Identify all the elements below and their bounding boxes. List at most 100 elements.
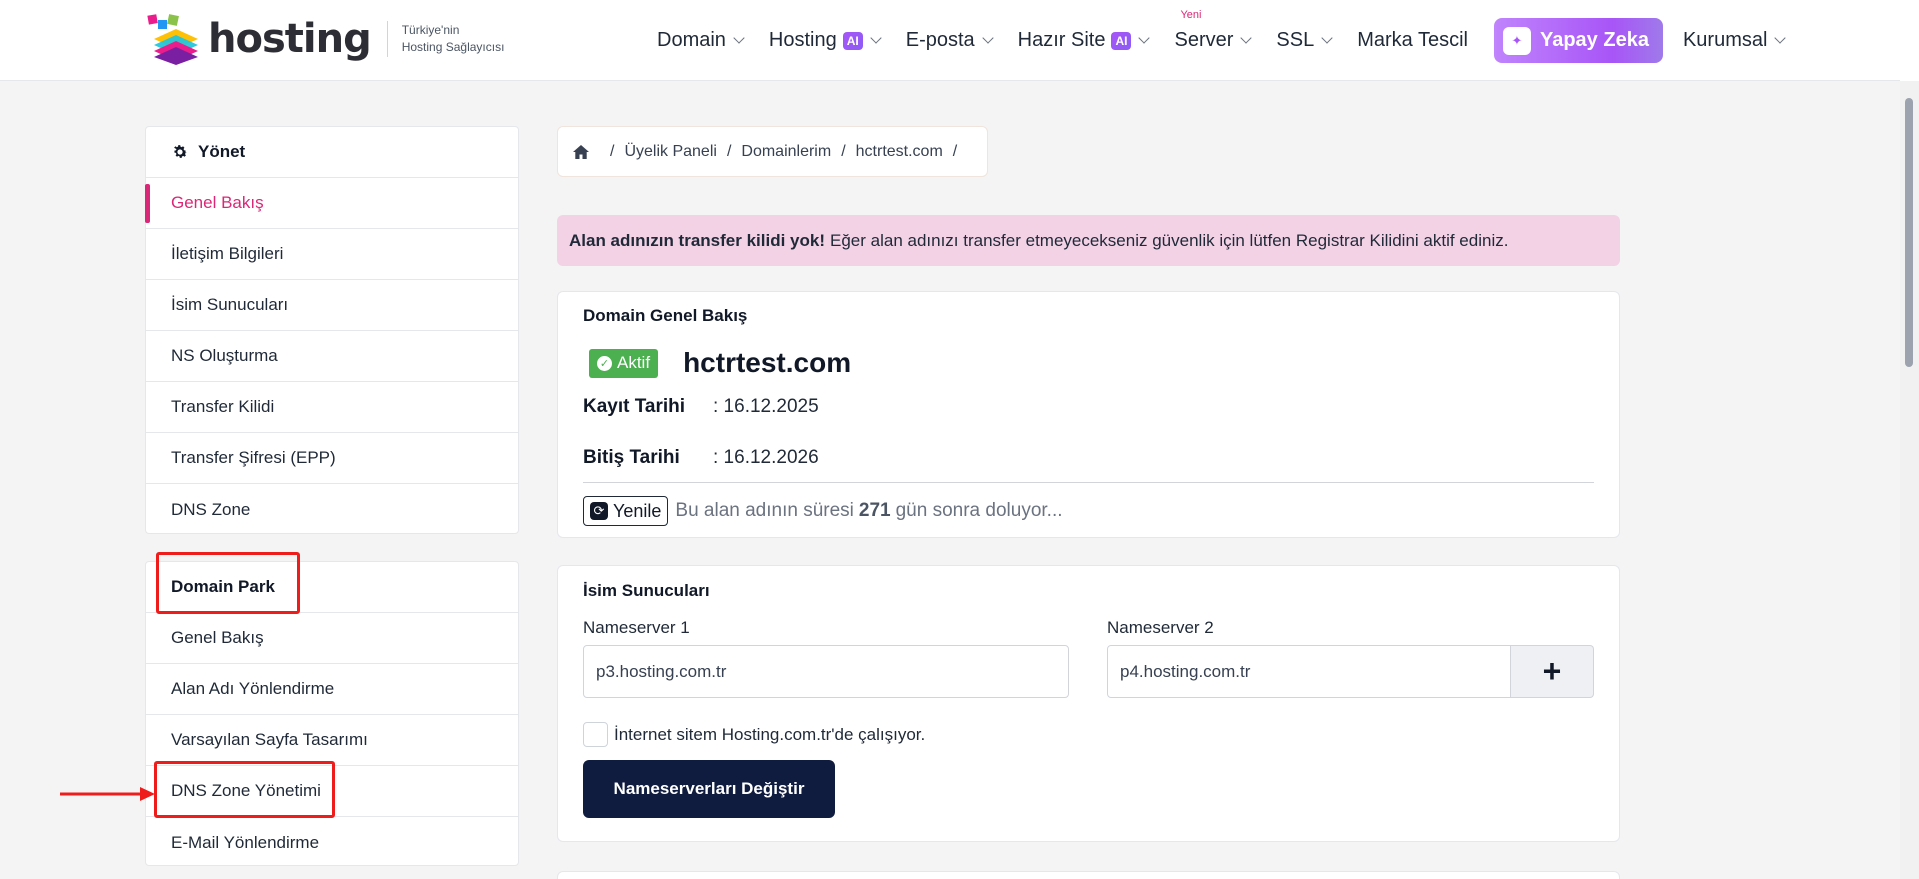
- sidebar-item-label: E-Mail Yönlendirme: [171, 832, 320, 852]
- nav-eposta[interactable]: E-posta: [906, 29, 994, 52]
- sidebar-item-label: Genel Bakış: [171, 193, 264, 212]
- nav-server[interactable]: Yeni Server: [1174, 9, 1253, 52]
- ai-sparkle-icon: ✦: [1502, 26, 1531, 55]
- chevron-down-icon: [1321, 32, 1333, 44]
- yapay-zeka-button[interactable]: ✦ Yapay Zeka: [1493, 18, 1663, 63]
- sidebar-item-transfer-kilidi[interactable]: Transfer Kilidi: [146, 382, 518, 433]
- renew-text-post: gün sonra doluyor...: [895, 500, 1063, 521]
- sidebar-item-label: DNS Zone: [171, 499, 251, 519]
- breadcrumb-link[interactable]: Domainlerim: [741, 143, 831, 161]
- ns1-value: p3.hosting.com.tr: [596, 661, 727, 681]
- refresh-icon: ⟳: [590, 502, 608, 520]
- logo-icon: [147, 14, 198, 65]
- sidebar-item-alan-adi-yonlendirme[interactable]: Alan Adı Yönlendirme: [146, 664, 518, 715]
- sidebar-item-label: İsim Sunucuları: [171, 295, 289, 314]
- status-label: Aktif: [617, 353, 651, 372]
- sidebar-item-label: Genel Bakış: [171, 628, 264, 647]
- expiry-date-row: Bitiş Tarihi : 16.12.2026: [583, 447, 819, 469]
- status-badge: ✓ Aktif: [589, 348, 659, 378]
- nav-hazir-site-label: Hazır Site: [1017, 29, 1106, 51]
- chevron-down-icon: [733, 32, 745, 44]
- nav-kurumsal[interactable]: Kurumsal: [1682, 29, 1787, 52]
- chevron-down-icon: [870, 32, 882, 44]
- logo[interactable]: hosting Türkiye'nin Hosting Sağlayıcısı: [146, 12, 504, 66]
- sidebar-item-label: NS Oluşturma: [171, 346, 278, 365]
- manage-panel-header: Yönet: [146, 127, 518, 178]
- domain-name: hctrtest.com: [683, 347, 852, 378]
- sidebar-item-label: Transfer Şifresi (EPP): [171, 448, 336, 467]
- sidebar-item-label: Alan Adı Yönlendirme: [171, 679, 335, 698]
- breadcrumb-separator: /: [841, 142, 846, 160]
- main-nav: Domain Hosting AI E-posta Hazır Site AI …: [657, 0, 1810, 81]
- breadcrumb-current[interactable]: hctrtest.com: [856, 143, 943, 161]
- sidebar-item-varsayilan-sayfa[interactable]: Varsayılan Sayfa Tasarımı: [146, 715, 518, 766]
- tagline-line2: Hosting Sağlayıcısı: [401, 40, 505, 54]
- breadcrumb-link[interactable]: Üyelik Paneli: [624, 143, 716, 161]
- alert-title: Alan adınızın transfer kilidi yok!: [569, 230, 825, 250]
- sidebar-item-park-genel-bakis[interactable]: Genel Bakış: [146, 613, 518, 664]
- chevron-down-icon: [1138, 32, 1151, 44]
- sidebar-item-transfer-sifresi[interactable]: Transfer Şifresi (EPP): [146, 433, 518, 484]
- domain-overview-card: Domain Genel Bakış ✓ Aktif hctrtest.com …: [557, 291, 1620, 538]
- transfer-lock-alert: Alan adınızın transfer kilidi yok! Eğer …: [557, 215, 1620, 266]
- breadcrumb-separator: /: [726, 142, 732, 160]
- breadcrumb-separator: /: [610, 142, 615, 160]
- home-icon[interactable]: [572, 144, 590, 160]
- expiry-date-label: Bitiş Tarihi: [583, 447, 680, 468]
- hosting-checkbox[interactable]: [583, 722, 608, 747]
- ns2-value: p4.hosting.com.tr: [1120, 661, 1251, 681]
- manage-panel-title: Yönet: [198, 142, 246, 161]
- divider: [583, 482, 1594, 483]
- scrollbar-thumb[interactable]: [1905, 98, 1913, 367]
- ns2-input[interactable]: p4.hosting.com.tr: [1107, 645, 1511, 698]
- sidebar-item-label: Transfer Kilidi: [171, 397, 275, 416]
- ns1-input[interactable]: p3.hosting.com.tr: [583, 645, 1069, 698]
- hosting-checkbox-label[interactable]: İnternet sitem Hosting.com.tr'de çalışıy…: [614, 725, 925, 745]
- nav-hazir-site[interactable]: Hazır Site AI: [1017, 29, 1151, 52]
- breadcrumb: / Üyelik Paneli / Domainlerim / hctrtest…: [557, 126, 989, 177]
- tagline-line1: Türkiye'nin: [401, 23, 460, 37]
- nameservers-title: İsim Sunucuları: [583, 581, 710, 600]
- nameservers-card: İsim Sunucuları Nameserver 1 p3.hosting.…: [557, 565, 1620, 842]
- plus-icon: +: [1542, 653, 1562, 689]
- sidebar-item-iletisim[interactable]: İletişim Bilgileri: [146, 229, 518, 280]
- sidebar-item-isim-sunuculari[interactable]: İsim Sunucuları: [146, 280, 518, 331]
- sidebar-item-dns-zone[interactable]: DNS Zone: [146, 484, 518, 535]
- change-nameservers-button[interactable]: Nameserverları Değiştir: [583, 760, 835, 818]
- nav-domain[interactable]: Domain: [657, 29, 745, 52]
- logo-text: hosting: [208, 16, 372, 62]
- renew-button[interactable]: ⟳ Yenile: [583, 496, 669, 526]
- sidebar-item-label: İletişim Bilgileri: [171, 244, 284, 263]
- yapay-zeka-label: Yapay Zeka: [1539, 29, 1649, 51]
- sidebar-item-label: Varsayılan Sayfa Tasarımı: [171, 730, 368, 749]
- nav-ssl[interactable]: SSL: [1276, 29, 1333, 52]
- ns2-label: Nameserver 2: [1107, 618, 1214, 637]
- scrollbar-top: [1900, 0, 1919, 81]
- sidebar-item-email-yonlendirme[interactable]: E-Mail Yönlendirme: [146, 817, 518, 868]
- site-header: hosting Türkiye'nin Hosting Sağlayıcısı …: [0, 0, 1900, 81]
- nav-kurumsal-label: Kurumsal: [1682, 29, 1768, 51]
- check-circle-icon: ✓: [597, 355, 612, 371]
- renew-days: 271: [858, 500, 891, 521]
- alert-text: Eğer alan adınızı transfer etmeyecekseni…: [830, 230, 1509, 250]
- sidebar-item-genel-bakis[interactable]: Genel Bakış: [145, 178, 518, 229]
- ns1-label: Nameserver 1: [583, 618, 690, 637]
- chevron-down-icon: [1240, 32, 1253, 44]
- renew-row: ⟳ Yenile Bu alan adının süresi 271 gün s…: [583, 496, 1063, 526]
- add-nameserver-button[interactable]: +: [1511, 645, 1594, 698]
- next-card-edge: [557, 871, 1620, 879]
- new-tag: Yeni: [1180, 9, 1202, 21]
- annotation-arrow-icon: [60, 787, 155, 801]
- renew-label: Yenile: [613, 500, 662, 521]
- registration-date-row: Kayıt Tarihi : 16.12.2025: [583, 396, 819, 418]
- nav-ssl-label: SSL: [1276, 29, 1315, 51]
- sidebar-item-ns-olusturma[interactable]: NS Oluşturma: [146, 331, 518, 382]
- manage-panel: Yönet Genel Bakış İletişim Bilgileri İsi…: [145, 126, 519, 534]
- page-scrollbar[interactable]: [1900, 81, 1919, 879]
- gear-icon: [174, 145, 188, 158]
- nav-marka-tescil[interactable]: Marka Tescil: [1357, 29, 1468, 52]
- overview-title: Domain Genel Bakış: [583, 306, 748, 325]
- annotation-box-dns-zone-yonetimi: [154, 761, 335, 818]
- nav-hosting-label: Hosting: [768, 29, 837, 51]
- nav-hosting[interactable]: Hosting AI: [768, 29, 882, 52]
